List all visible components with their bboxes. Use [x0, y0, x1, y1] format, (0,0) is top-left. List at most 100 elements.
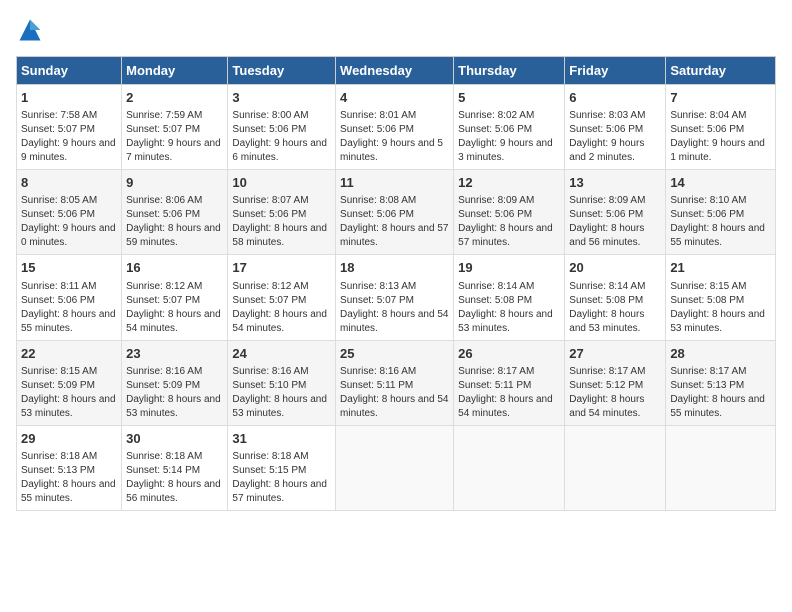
day-number: 11	[340, 174, 449, 192]
logo	[16, 16, 48, 44]
calendar-cell: 5Sunrise: 8:02 AM Sunset: 5:06 PM Daylig…	[454, 85, 565, 170]
day-number: 19	[458, 259, 560, 277]
calendar-cell: 13 Sunrise: 8:09 AM Sunset: 5:06 PM Dayli…	[565, 170, 666, 255]
day-number: 14	[670, 174, 771, 192]
day-info: Sunrise: 8:03 AM Sunset: 5:06 PM Dayligh…	[569, 109, 661, 165]
day-number: 20	[569, 259, 661, 277]
col-header-thursday: Thursday	[454, 57, 565, 85]
day-info: Sunrise: 8:16 AM Sunset: 5:10 PM Dayligh…	[232, 365, 331, 421]
col-header-friday: Friday	[565, 57, 666, 85]
day-info: Sunrise: 8:07 AM Sunset: 5:06 PM Dayligh…	[232, 194, 331, 250]
day-info: Sunrise: 8:17 AM Sunset: 5:13 PM Dayligh…	[670, 365, 771, 421]
day-number: 1	[21, 89, 117, 107]
calendar-cell: 16 Sunrise: 8:12 AM Sunset: 5:07 PM Dayli…	[122, 255, 228, 340]
calendar-cell	[666, 425, 776, 510]
day-info: Sunrise: 8:12 AM Sunset: 5:07 PM Dayligh…	[126, 280, 223, 336]
day-number: 26	[458, 345, 560, 363]
col-header-sunday: Sunday	[17, 57, 122, 85]
calendar-header-row: SundayMondayTuesdayWednesdayThursdayFrid…	[17, 57, 776, 85]
calendar-week-row: 1 Sunrise: 7:58 AM Sunset: 5:07 PM Daylig…	[17, 85, 776, 170]
day-info: Sunrise: 8:04 AM Sunset: 5:06 PM Dayligh…	[670, 109, 771, 165]
day-number: 15	[21, 259, 117, 277]
calendar-cell: 6 Sunrise: 8:03 AM Sunset: 5:06 PM Daylig…	[565, 85, 666, 170]
day-info: Sunrise: 8:06 AM Sunset: 5:06 PM Dayligh…	[126, 194, 223, 250]
calendar-week-row: 29Sunrise: 8:18 AM Sunset: 5:13 PM Dayli…	[17, 425, 776, 510]
calendar-cell	[454, 425, 565, 510]
calendar-table: SundayMondayTuesdayWednesdayThursdayFrid…	[16, 56, 776, 511]
calendar-cell: 29Sunrise: 8:18 AM Sunset: 5:13 PM Dayli…	[17, 425, 122, 510]
day-info: Sunrise: 8:17 AM Sunset: 5:11 PM Dayligh…	[458, 365, 560, 421]
calendar-cell: 30Sunrise: 8:18 AM Sunset: 5:14 PM Dayli…	[122, 425, 228, 510]
day-number: 24	[232, 345, 331, 363]
calendar-cell: 14 Sunrise: 8:10 AM Sunset: 5:06 PM Dayli…	[666, 170, 776, 255]
day-info: Sunrise: 8:12 AM Sunset: 5:07 PM Dayligh…	[232, 280, 331, 336]
day-info: Sunrise: 8:14 AM Sunset: 5:08 PM Dayligh…	[569, 280, 661, 336]
day-number: 12	[458, 174, 560, 192]
day-number: 5	[458, 89, 560, 107]
day-info: Sunrise: 8:16 AM Sunset: 5:09 PM Dayligh…	[126, 365, 223, 421]
page-header	[16, 16, 776, 44]
calendar-cell: 18 Sunrise: 8:13 AM Sunset: 5:07 PM Dayli…	[336, 255, 454, 340]
day-number: 31	[232, 430, 331, 448]
calendar-cell: 21 Sunrise: 8:15 AM Sunset: 5:08 PM Dayli…	[666, 255, 776, 340]
calendar-cell: 23 Sunrise: 8:16 AM Sunset: 5:09 PM Dayli…	[122, 340, 228, 425]
day-info: Sunrise: 8:11 AM Sunset: 5:06 PM Dayligh…	[21, 280, 117, 336]
calendar-week-row: 15 Sunrise: 8:11 AM Sunset: 5:06 PM Dayli…	[17, 255, 776, 340]
calendar-cell: 3 Sunrise: 8:00 AM Sunset: 5:06 PM Daylig…	[228, 85, 336, 170]
day-number: 13	[569, 174, 661, 192]
calendar-cell: 2 Sunrise: 7:59 AM Sunset: 5:07 PM Daylig…	[122, 85, 228, 170]
calendar-cell: 11 Sunrise: 8:08 AM Sunset: 5:06 PM Dayli…	[336, 170, 454, 255]
day-info: Sunrise: 7:58 AM Sunset: 5:07 PM Dayligh…	[21, 109, 117, 165]
day-number: 27	[569, 345, 661, 363]
day-number: 10	[232, 174, 331, 192]
day-number: 28	[670, 345, 771, 363]
day-number: 21	[670, 259, 771, 277]
day-info: Sunrise: 8:09 AM Sunset: 5:06 PM Dayligh…	[458, 194, 560, 250]
day-info: Sunrise: 8:09 AM Sunset: 5:06 PM Dayligh…	[569, 194, 661, 250]
day-info: Sunrise: 7:59 AM Sunset: 5:07 PM Dayligh…	[126, 109, 223, 165]
day-info: Sunrise: 8:18 AM Sunset: 5:15 PM Dayligh…	[232, 450, 331, 506]
day-number: 2	[126, 89, 223, 107]
day-number: 16	[126, 259, 223, 277]
day-number: 23	[126, 345, 223, 363]
calendar-cell: 24 Sunrise: 8:16 AM Sunset: 5:10 PM Dayli…	[228, 340, 336, 425]
col-header-tuesday: Tuesday	[228, 57, 336, 85]
day-number: 7	[670, 89, 771, 107]
day-number: 9	[126, 174, 223, 192]
day-number: 25	[340, 345, 449, 363]
day-info: Sunrise: 8:15 AM Sunset: 5:08 PM Dayligh…	[670, 280, 771, 336]
col-header-wednesday: Wednesday	[336, 57, 454, 85]
calendar-week-row: 8Sunrise: 8:05 AM Sunset: 5:06 PM Daylig…	[17, 170, 776, 255]
calendar-cell: 9 Sunrise: 8:06 AM Sunset: 5:06 PM Daylig…	[122, 170, 228, 255]
calendar-cell: 25 Sunrise: 8:16 AM Sunset: 5:11 PM Dayli…	[336, 340, 454, 425]
day-number: 3	[232, 89, 331, 107]
day-info: Sunrise: 8:01 AM Sunset: 5:06 PM Dayligh…	[340, 109, 449, 165]
day-number: 17	[232, 259, 331, 277]
calendar-cell: 7 Sunrise: 8:04 AM Sunset: 5:06 PM Daylig…	[666, 85, 776, 170]
calendar-cell: 10 Sunrise: 8:07 AM Sunset: 5:06 PM Dayli…	[228, 170, 336, 255]
calendar-cell: 20 Sunrise: 8:14 AM Sunset: 5:08 PM Dayli…	[565, 255, 666, 340]
calendar-cell: 28 Sunrise: 8:17 AM Sunset: 5:13 PM Dayli…	[666, 340, 776, 425]
calendar-cell: 17 Sunrise: 8:12 AM Sunset: 5:07 PM Dayli…	[228, 255, 336, 340]
day-number: 6	[569, 89, 661, 107]
day-info: Sunrise: 8:17 AM Sunset: 5:12 PM Dayligh…	[569, 365, 661, 421]
calendar-cell: 1 Sunrise: 7:58 AM Sunset: 5:07 PM Daylig…	[17, 85, 122, 170]
day-info: Sunrise: 8:08 AM Sunset: 5:06 PM Dayligh…	[340, 194, 449, 250]
calendar-cell: 22Sunrise: 8:15 AM Sunset: 5:09 PM Dayli…	[17, 340, 122, 425]
day-number: 30	[126, 430, 223, 448]
calendar-cell: 26 Sunrise: 8:17 AM Sunset: 5:11 PM Dayli…	[454, 340, 565, 425]
logo-icon	[16, 16, 44, 44]
calendar-week-row: 22Sunrise: 8:15 AM Sunset: 5:09 PM Dayli…	[17, 340, 776, 425]
day-info: Sunrise: 8:00 AM Sunset: 5:06 PM Dayligh…	[232, 109, 331, 165]
calendar-cell: 27 Sunrise: 8:17 AM Sunset: 5:12 PM Dayli…	[565, 340, 666, 425]
day-info: Sunrise: 8:05 AM Sunset: 5:06 PM Dayligh…	[21, 194, 117, 250]
calendar-cell: 4Sunrise: 8:01 AM Sunset: 5:06 PM Daylig…	[336, 85, 454, 170]
calendar-cell: 19Sunrise: 8:14 AM Sunset: 5:08 PM Dayli…	[454, 255, 565, 340]
day-number: 18	[340, 259, 449, 277]
col-header-monday: Monday	[122, 57, 228, 85]
day-info: Sunrise: 8:10 AM Sunset: 5:06 PM Dayligh…	[670, 194, 771, 250]
col-header-saturday: Saturday	[666, 57, 776, 85]
day-info: Sunrise: 8:16 AM Sunset: 5:11 PM Dayligh…	[340, 365, 449, 421]
day-info: Sunrise: 8:13 AM Sunset: 5:07 PM Dayligh…	[340, 280, 449, 336]
calendar-cell: 15 Sunrise: 8:11 AM Sunset: 5:06 PM Dayli…	[17, 255, 122, 340]
